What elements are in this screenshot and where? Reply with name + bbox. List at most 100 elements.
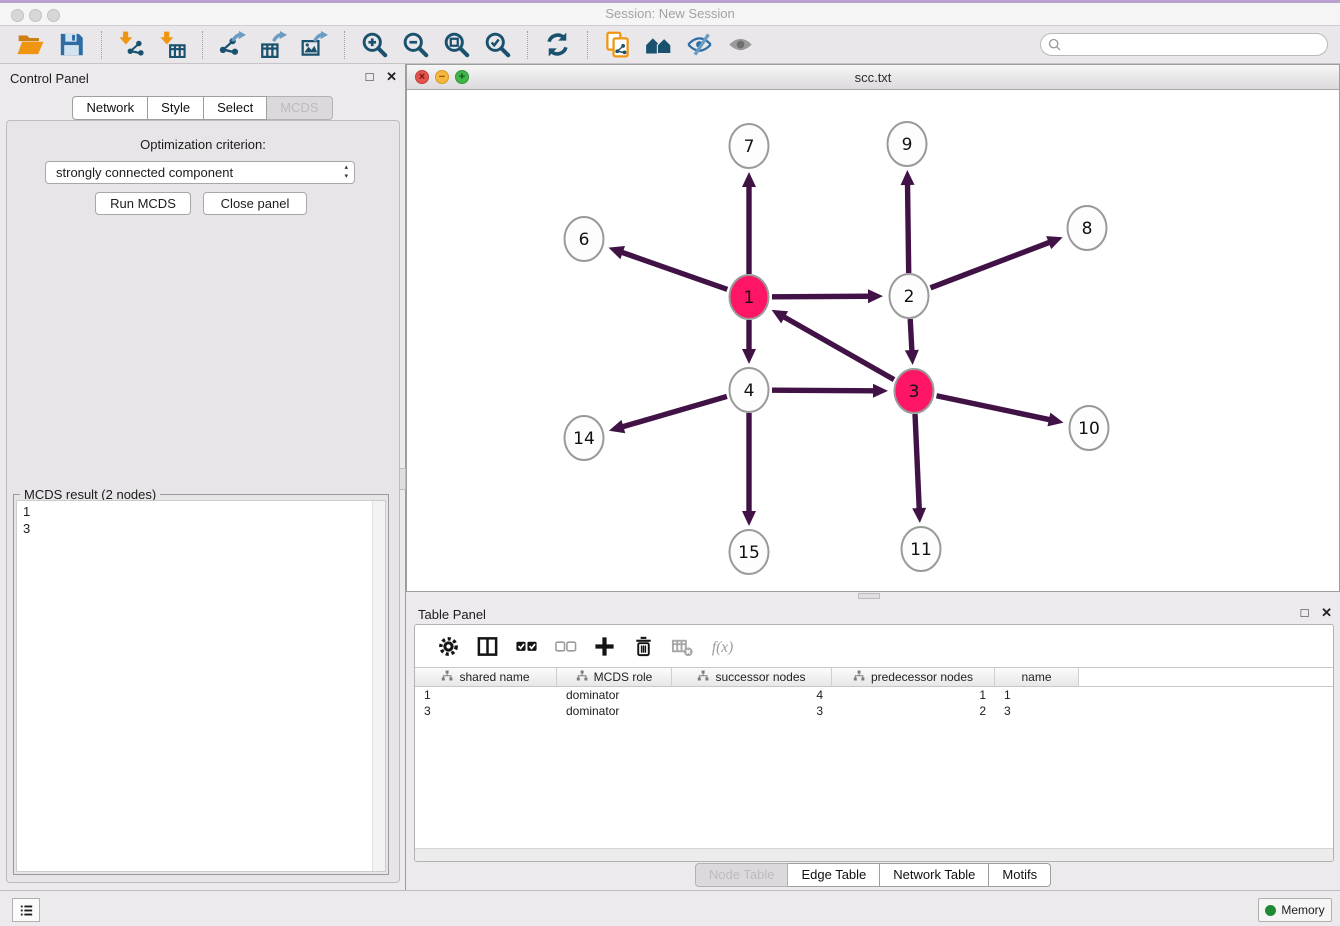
graph-node-2[interactable]: 2 [890, 274, 929, 318]
table-tab-edge-table[interactable]: Edge Table [788, 863, 880, 887]
zoom-fit-icon[interactable] [443, 31, 470, 58]
graph-edge-3-10[interactable] [937, 396, 1064, 427]
control-panel-tabs: NetworkStyleSelectMCDS [0, 96, 405, 120]
select-all-columns-icon[interactable] [515, 635, 538, 658]
table-row[interactable]: 3dominator323 [415, 703, 1333, 719]
deselect-all-columns-icon[interactable] [554, 635, 577, 658]
table-cell[interactable]: dominator [557, 687, 672, 703]
graph-node-7[interactable]: 7 [730, 124, 769, 168]
mcds-result-textarea[interactable]: 13 [16, 500, 386, 872]
table-toolbar: f(x) [415, 625, 1333, 667]
open-session-icon[interactable] [17, 31, 44, 58]
close-panel-button[interactable]: Close panel [203, 192, 307, 215]
network-canvas[interactable]: 7 9 6 8 1 2 4 3 14 10 15 11 [407, 90, 1339, 591]
graph-edge-4-15[interactable] [742, 413, 756, 526]
table-cell[interactable]: 4 [672, 687, 832, 703]
column-header-label: MCDS role [594, 670, 653, 684]
table-cell[interactable]: dominator [557, 703, 672, 719]
first-neighbors-icon[interactable] [645, 31, 672, 58]
export-network-icon[interactable] [219, 31, 246, 58]
table-panel: Table Panel □ ✕ f(x) shared name MCDS rol… [406, 600, 1340, 890]
control-panel-title: Control Panel [10, 71, 89, 86]
tab-style[interactable]: Style [148, 96, 204, 120]
search-input[interactable] [1040, 33, 1328, 56]
control-panel-float-icon[interactable]: □ [366, 69, 374, 84]
table-cell[interactable]: 3 [672, 703, 832, 719]
table-cell[interactable]: 3 [995, 703, 1079, 719]
mcds-result-box: MCDS result (2 nodes) 13 [13, 494, 389, 875]
graph-edge-2-9[interactable] [901, 170, 915, 273]
table-tab-motifs[interactable]: Motifs [989, 863, 1051, 887]
graph-node-15[interactable]: 15 [730, 530, 769, 574]
horizontal-splitter[interactable] [406, 592, 1340, 600]
delete-column-icon[interactable] [632, 635, 655, 658]
hide-graphics-details-icon[interactable] [686, 31, 713, 58]
graph-node-1[interactable]: 1 [730, 275, 769, 319]
table-cell[interactable]: 3 [415, 703, 557, 719]
graph-node-6[interactable]: 6 [565, 217, 604, 261]
svg-text:2: 2 [904, 287, 915, 307]
control-panel-close-icon[interactable]: ✕ [386, 69, 397, 84]
table-cell[interactable]: 2 [832, 703, 995, 719]
graph-edge-1-2[interactable] [772, 289, 883, 303]
zoom-in-icon[interactable] [361, 31, 388, 58]
export-table-icon[interactable] [260, 31, 287, 58]
graph-edge-2-3[interactable] [905, 319, 919, 365]
column-header-MCDS-role[interactable]: MCDS role [557, 668, 672, 686]
settings-gear-icon[interactable] [437, 635, 460, 658]
table-body: 1dominator4113dominator323 [415, 687, 1333, 719]
table-cell[interactable]: 1 [832, 687, 995, 703]
run-mcds-button[interactable]: Run MCDS [95, 192, 191, 215]
optimization-criterion-select[interactable]: strongly connected component ▴▾ [45, 161, 355, 184]
tab-select[interactable]: Select [204, 96, 267, 120]
column-header-name[interactable]: name [995, 668, 1079, 686]
graph-edge-2-8[interactable] [930, 236, 1062, 288]
graph-node-8[interactable]: 8 [1068, 206, 1107, 250]
column-header-shared-name[interactable]: shared name [415, 668, 557, 686]
table-row[interactable]: 1dominator411 [415, 687, 1333, 703]
vertical-splitter-handle[interactable] [399, 468, 406, 490]
svg-text:4: 4 [744, 381, 755, 401]
table-horizontal-scrollbar[interactable] [415, 848, 1333, 861]
graph-node-4[interactable]: 4 [730, 368, 769, 412]
tab-mcds[interactable]: MCDS [267, 96, 332, 120]
zoom-out-icon[interactable] [402, 31, 429, 58]
horizontal-splitter-handle[interactable] [858, 593, 880, 599]
graph-edge-4-3[interactable] [772, 384, 888, 398]
column-header-predecessor-nodes[interactable]: predecessor nodes [832, 668, 995, 686]
graph-node-11[interactable]: 11 [902, 527, 941, 571]
task-history-button[interactable] [12, 898, 40, 922]
column-visibility-icon[interactable] [476, 635, 499, 658]
column-header-successor-nodes[interactable]: successor nodes [672, 668, 832, 686]
export-image-icon[interactable] [301, 31, 328, 58]
graph-edge-4-14[interactable] [609, 396, 727, 433]
import-table-icon[interactable] [159, 31, 186, 58]
network-window-titlebar[interactable]: × − + scc.txt [407, 65, 1339, 90]
svg-text:10: 10 [1078, 419, 1100, 439]
graph-node-10[interactable]: 10 [1070, 406, 1109, 450]
memory-button[interactable]: Memory [1258, 898, 1332, 922]
import-network-icon[interactable] [118, 31, 145, 58]
graph-node-9[interactable]: 9 [888, 122, 927, 166]
table-panel-close-icon[interactable]: ✕ [1321, 605, 1332, 620]
refresh-layout-icon[interactable] [544, 31, 571, 58]
tab-network[interactable]: Network [72, 96, 148, 120]
graph-edge-1-6[interactable] [609, 246, 728, 289]
table-tab-node-table[interactable]: Node Table [695, 863, 789, 887]
table-panel-float-icon[interactable]: □ [1301, 605, 1309, 620]
graph-edge-3-1[interactable] [772, 310, 894, 380]
graph-edge-1-7[interactable] [742, 172, 756, 274]
graph-node-3[interactable]: 3 [895, 369, 934, 413]
table-panel-title: Table Panel [418, 607, 486, 622]
save-session-icon[interactable] [58, 31, 85, 58]
table-tab-network-table[interactable]: Network Table [880, 863, 989, 887]
table-cell[interactable]: 1 [995, 687, 1079, 703]
graph-edge-3-11[interactable] [912, 414, 926, 523]
graph-node-14[interactable]: 14 [565, 416, 604, 460]
add-column-icon[interactable] [593, 635, 616, 658]
zoom-selected-icon[interactable] [484, 31, 511, 58]
result-scrollbar[interactable] [372, 501, 385, 871]
table-cell[interactable]: 1 [415, 687, 557, 703]
graph-edge-1-4[interactable] [742, 320, 756, 364]
duplicate-network-icon[interactable] [604, 31, 631, 58]
